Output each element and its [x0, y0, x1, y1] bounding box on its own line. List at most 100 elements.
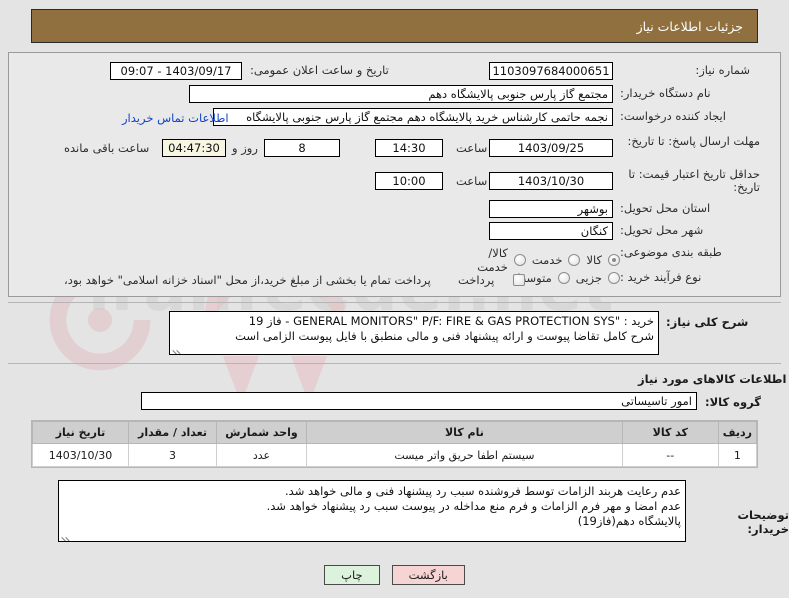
- city-value: کنگان: [580, 224, 608, 238]
- divider-goods: [8, 363, 781, 364]
- buyer-notes-line-1: عدم رعایت هربند الزامات توسط فروشنده سبب…: [285, 484, 681, 498]
- description-line-1: خرید : "GENERAL MONITORS" P/F: FIRE & GA…: [248, 314, 654, 328]
- td-name: سیستم اطفا حریق واتر میست: [306, 443, 623, 467]
- response-deadline-time-field[interactable]: 14:30: [375, 139, 443, 157]
- classification-radio-group: کالا خدمت کالا/خدمت: [460, 246, 620, 274]
- page-title: جزئیات اطلاعات نیاز: [636, 18, 743, 34]
- th-name: نام کالا: [306, 421, 623, 444]
- province-label-wrap: استان محل تحویل:: [620, 202, 710, 215]
- buyer-org-value: مجتمع گاز پارس جنوبی پالایشگاه دهم: [428, 87, 608, 101]
- th-unit: واحد شمارش: [216, 421, 307, 444]
- province-label: استان محل تحویل:: [620, 201, 711, 215]
- deadline-label-wrap: مهلت ارسال پاسخ: تا تاریخ:: [620, 135, 760, 148]
- td-row-no: 1: [717, 443, 758, 467]
- description-line-2: شرح کامل تقاضا پیوست و ارائه پیشنهاد فنی…: [235, 329, 654, 343]
- buyer-notes-textarea[interactable]: عدم رعایت هربند الزامات توسط فروشنده سبب…: [58, 480, 686, 542]
- remaining-days-label: روز و: [232, 141, 258, 155]
- purchase-process-radio-group: جزیی متوسط: [490, 271, 620, 285]
- classification-label: طبقه بندی موضوعی:: [620, 245, 722, 259]
- need-number-label-wrap: شماره نیاز:: [620, 64, 750, 77]
- buyer-contact-link[interactable]: اطلاعات تماس خریدار: [122, 111, 229, 125]
- th-qty: تعداد / مقدار: [128, 421, 217, 444]
- goods-section-heading: اطلاعات کالاهای مورد نیاز: [638, 372, 787, 386]
- back-button[interactable]: بازگشت: [391, 565, 465, 585]
- goods-group-label: گروه کالا:: [705, 395, 761, 409]
- response-deadline-time-label: ساعت: [456, 141, 488, 155]
- announce-label-wrap: تاریخ و ساعت اعلان عمومی:: [250, 64, 389, 77]
- header-banner: جزئیات اطلاعات نیاز: [31, 9, 758, 43]
- radio-classification-kala-khedmat-label: کالا/خدمت: [477, 246, 508, 274]
- requester-label-wrap: ایجاد کننده درخواست:: [620, 110, 726, 123]
- buyer-org-label: نام دستگاه خریدار:: [620, 86, 711, 100]
- td-need-date: 1403/10/30: [32, 443, 129, 467]
- remaining-days-value: 8: [298, 141, 306, 155]
- description-label: شرح کلی نیاز:: [666, 315, 749, 329]
- buyer-notes-line-3: پالایشگاه دهم(فاز19): [577, 514, 681, 528]
- remaining-days-field[interactable]: 8: [264, 139, 340, 157]
- price-validity-label: حداقل تاریخ اعتبار قیمت: تا تاریخ:: [628, 167, 760, 194]
- public-announce-field[interactable]: 1403/09/17 - 09:07: [110, 62, 242, 80]
- remaining-time-field[interactable]: 04:47:30: [162, 139, 226, 157]
- buyer-notes-label: توضیحات خریدار:: [737, 508, 789, 536]
- page-root: iranfeeder.net جزئیات اطلاعات نیاز شماره…: [0, 0, 789, 598]
- goods-group-value: امور تاسیساتی: [621, 394, 692, 408]
- th-row-no: ردیف: [717, 421, 758, 444]
- radio-classification-kala-khedmat[interactable]: [513, 254, 526, 266]
- remaining-time-value: 04:47:30: [168, 141, 220, 155]
- purchase-process-label: نوع فرآیند خرید :: [620, 270, 702, 284]
- description-textarea[interactable]: خرید : "GENERAL MONITORS" P/F: FIRE & GA…: [169, 311, 659, 355]
- goods-table-wrap: ردیف کد کالا نام کالا واحد شمارش تعداد /…: [31, 420, 758, 468]
- bottom-button-bar: بازگشت چاپ: [0, 565, 789, 585]
- need-number-label: شماره نیاز:: [695, 63, 750, 77]
- price-validity-time-field[interactable]: 10:00: [375, 172, 443, 190]
- public-announce-value: 1403/09/17 - 09:07: [120, 64, 232, 78]
- checkbox-payment[interactable]: [513, 274, 525, 286]
- requester-field[interactable]: نجمه حاتمی کارشناس خرید پالایشگاه دهم مج…: [213, 108, 613, 126]
- requester-value: نجمه حاتمی کارشناس خرید پالایشگاه دهم مج…: [246, 110, 608, 124]
- td-unit: عدد: [216, 443, 307, 467]
- city-field[interactable]: کنگان: [489, 222, 613, 240]
- requester-label: ایجاد کننده درخواست:: [620, 109, 726, 123]
- price-validity-time-label: ساعت: [456, 174, 488, 188]
- response-deadline-date-field[interactable]: 1403/09/25: [489, 139, 613, 157]
- buyer-org-field[interactable]: مجتمع گاز پارس جنوبی پالایشگاه دهم: [189, 85, 613, 103]
- payment-label: پرداخت: [458, 273, 495, 287]
- radio-classification-khedmat[interactable]: [568, 254, 581, 266]
- divider-description: [8, 302, 781, 303]
- radio-classification-kala[interactable]: [608, 254, 620, 266]
- classification-label-wrap: طبقه بندی موضوعی:: [620, 246, 722, 259]
- price-validity-time: 10:00: [392, 174, 426, 188]
- goods-table: ردیف کد کالا نام کالا واحد شمارش تعداد /…: [32, 421, 758, 467]
- resize-grip-icon[interactable]: [171, 341, 183, 353]
- goods-group-field[interactable]: امور تاسیساتی: [141, 392, 697, 410]
- radio-process-motevaset[interactable]: [557, 272, 570, 284]
- city-label: شهر محل تحویل:: [620, 223, 704, 237]
- td-code: --: [621, 443, 719, 467]
- radio-process-jozei[interactable]: [608, 272, 620, 284]
- purchase-process-label-wrap: نوع فرآیند خرید :: [620, 271, 701, 284]
- need-number-value: 1103097684000651: [492, 64, 610, 78]
- radio-classification-khedmat-label: خدمت: [531, 253, 563, 267]
- payment-note: پرداخت تمام یا بخشی از مبلغ خرید،از محل …: [64, 273, 431, 287]
- remaining-time-label: ساعت باقی مانده: [64, 141, 150, 155]
- price-validity-label-wrap: حداقل تاریخ اعتبار قیمت: تا تاریخ:: [620, 168, 760, 194]
- price-validity-date-field[interactable]: 1403/10/30: [489, 172, 613, 190]
- buyer-notes-line-2: عدم امضا و مهر فرم الزامات و فرم منع مدا…: [266, 499, 681, 513]
- th-code: کد کالا: [621, 421, 719, 444]
- response-deadline-date: 1403/09/25: [517, 141, 585, 155]
- print-button[interactable]: چاپ: [324, 565, 380, 585]
- response-deadline-time: 14:30: [392, 141, 426, 155]
- need-number-field[interactable]: 1103097684000651: [489, 62, 613, 80]
- th-need-date: تاریخ نیاز: [32, 421, 129, 444]
- public-announce-label: تاریخ و ساعت اعلان عمومی:: [250, 63, 389, 77]
- response-deadline-label: مهلت ارسال پاسخ: تا تاریخ:: [627, 134, 760, 148]
- radio-classification-kala-label: کالا: [586, 253, 602, 267]
- province-field[interactable]: بوشهر: [489, 200, 613, 218]
- td-qty: 3: [128, 443, 217, 467]
- city-label-wrap: شهر محل تحویل:: [620, 224, 703, 237]
- buyer-org-label-wrap: نام دستگاه خریدار:: [620, 87, 711, 100]
- radio-process-jozei-label: جزیی: [575, 271, 602, 285]
- table-row[interactable]: 1 -- سیستم اطفا حریق واتر میست عدد 3 140…: [32, 443, 758, 467]
- resize-grip-icon-notes[interactable]: [60, 528, 72, 540]
- price-validity-date: 1403/10/30: [517, 174, 585, 188]
